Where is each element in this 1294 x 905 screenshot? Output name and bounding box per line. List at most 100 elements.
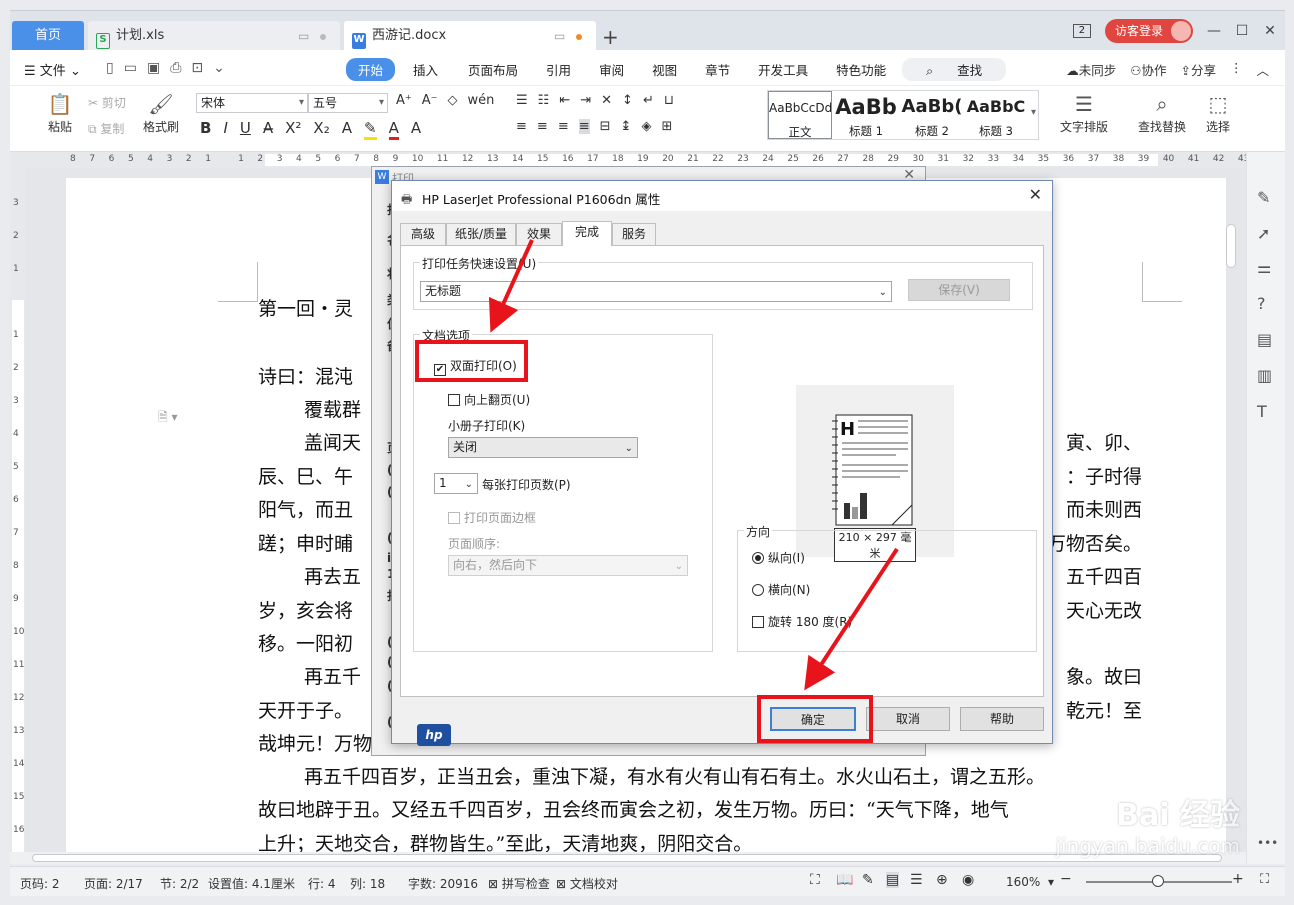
vertical-ruler[interactable]: 3 2 1 1 2 3 4 5 6 7 8 9 10 11 12 13 14 15 16 bbox=[10, 168, 26, 852]
share-button[interactable]: ⇪分享 bbox=[1180, 60, 1216, 79]
monitor-icon[interactable]: ▭ bbox=[554, 21, 565, 51]
doc-search-icon[interactable]: ▥ bbox=[1257, 366, 1272, 385]
shading-icon[interactable]: ◈ bbox=[641, 119, 651, 134]
help-button[interactable]: 帮助 bbox=[960, 707, 1044, 731]
menu-chapter[interactable]: 章节 bbox=[693, 58, 742, 81]
char-border-icon[interactable]: A bbox=[411, 119, 421, 140]
close-icon[interactable]: ✕ bbox=[1263, 23, 1277, 39]
maximize-icon[interactable]: ☐ bbox=[1235, 23, 1249, 39]
font-family-select[interactable]: 宋体 bbox=[196, 93, 308, 113]
increase-indent-icon[interactable]: ⇥ bbox=[580, 93, 591, 108]
underline-icon[interactable]: U bbox=[240, 119, 251, 140]
portrait-radio[interactable]: 纵向(I) bbox=[752, 549, 805, 566]
cut-button[interactable]: ✂ 剪切 bbox=[88, 94, 126, 111]
new-doc-icon[interactable]: ▯ bbox=[106, 60, 114, 76]
status-setting[interactable]: 设置值: 4.1厘米 bbox=[208, 875, 295, 892]
font-color-icon[interactable]: A bbox=[388, 119, 399, 140]
read-mode-icon[interactable]: 📖 bbox=[836, 872, 853, 888]
print-icon[interactable]: ⎙ bbox=[170, 60, 181, 76]
tab-home[interactable]: 首页 bbox=[12, 21, 84, 51]
line-spacing-icon[interactable]: ↨ bbox=[621, 119, 632, 134]
fit-window-icon[interactable]: ⛶ bbox=[1260, 872, 1269, 887]
tab-finishing[interactable]: 完成 bbox=[562, 221, 612, 246]
spell-check-button[interactable]: ⊠ 拼写检查 bbox=[488, 875, 550, 892]
fullscreen-icon[interactable]: ⛶ bbox=[810, 872, 820, 888]
menu-start[interactable]: 开始 bbox=[346, 58, 396, 81]
landscape-radio[interactable]: 横向(N) bbox=[752, 581, 810, 598]
chinese-layout-icon[interactable]: ✕ bbox=[601, 93, 612, 108]
tab-effects[interactable]: 效果 bbox=[516, 223, 562, 245]
align-left-icon[interactable]: ≡ bbox=[516, 119, 527, 134]
status-section[interactable]: 节: 2/2 bbox=[160, 875, 199, 892]
menu-view[interactable]: 视图 bbox=[640, 58, 689, 81]
justify-icon[interactable]: ≡ bbox=[578, 119, 590, 134]
text-effect-icon[interactable]: A bbox=[342, 119, 352, 140]
strikethrough-icon[interactable]: A̶ bbox=[263, 119, 273, 140]
login-button[interactable]: 访客登录 bbox=[1104, 19, 1193, 43]
clear-format-icon[interactable]: ◇ bbox=[448, 93, 458, 108]
menu-page-layout[interactable]: 页面布局 bbox=[456, 58, 530, 81]
bold-icon[interactable]: B bbox=[200, 119, 211, 140]
bullet-list-icon[interactable]: ☰ bbox=[516, 93, 528, 108]
status-words[interactable]: 字数: 20916 bbox=[408, 875, 478, 892]
write-mode-icon[interactable]: ✎ bbox=[862, 872, 874, 888]
style-heading2[interactable]: AaBb(标题 2 bbox=[900, 91, 964, 139]
pointer-icon[interactable]: ➚ bbox=[1257, 224, 1270, 243]
web-view-icon[interactable]: ⊕ bbox=[936, 872, 948, 888]
subscript-icon[interactable]: X₂ bbox=[313, 119, 329, 140]
eye-protect-icon[interactable]: ◉ bbox=[962, 872, 974, 888]
more-icon[interactable]: ⋮ bbox=[1230, 60, 1243, 79]
collab-button[interactable]: ⚇协作 bbox=[1130, 60, 1166, 79]
save-button[interactable]: 保存(V) bbox=[908, 279, 1010, 301]
copy-button[interactable]: ⧉ 复制 bbox=[88, 120, 124, 137]
page-icon[interactable]: 🗎 ▾ bbox=[158, 408, 178, 429]
more-icon[interactable]: ••• bbox=[1257, 836, 1278, 850]
rotate-checkbox[interactable]: 旋转 180 度(R) bbox=[752, 613, 852, 630]
tab-services[interactable]: 服务 bbox=[612, 223, 656, 245]
print-borders-checkbox[interactable]: 打印页面边框 bbox=[448, 509, 536, 526]
show-marks-icon[interactable]: ↵ bbox=[643, 93, 654, 108]
close-icon[interactable]: ✕ bbox=[1029, 185, 1042, 204]
status-page-code[interactable]: 页码: 2 bbox=[20, 875, 60, 892]
pages-per-sheet-select[interactable]: 1 ⌄ bbox=[434, 473, 478, 494]
zoom-out-icon[interactable]: − bbox=[1060, 871, 1072, 887]
sync-button[interactable]: ☁未同步 bbox=[1066, 60, 1116, 79]
doc-settings-icon[interactable]: ▤ bbox=[1257, 330, 1272, 349]
decrease-indent-icon[interactable]: ⇤ bbox=[559, 93, 570, 108]
page-view-icon[interactable]: ▤ bbox=[886, 872, 900, 888]
quick-settings-select[interactable]: 无标题 ⌄ bbox=[420, 281, 892, 302]
booklet-select[interactable]: 关闭 ⌄ bbox=[448, 437, 638, 458]
status-page[interactable]: 页面: 2/17 bbox=[84, 875, 143, 892]
outline-view-icon[interactable]: ☰ bbox=[910, 872, 923, 888]
distribute-icon[interactable]: ⊟ bbox=[600, 119, 611, 134]
find-replace-button[interactable]: ⌕ 查找替换 bbox=[1130, 92, 1194, 135]
grow-font-icon[interactable]: A⁺ bbox=[396, 93, 412, 108]
italic-icon[interactable]: I bbox=[223, 119, 227, 140]
style-heading1[interactable]: AaBb 标题 1 bbox=[834, 91, 898, 139]
menu-developer[interactable]: 开发工具 bbox=[746, 58, 820, 81]
menu-reference[interactable]: 引用 bbox=[534, 58, 583, 81]
align-right-icon[interactable]: ≡ bbox=[558, 119, 569, 134]
shrink-font-icon[interactable]: A⁻ bbox=[422, 93, 438, 108]
highlight-icon[interactable]: ✎ bbox=[363, 119, 377, 140]
file-menu[interactable]: ☰ 文件 ⌄ bbox=[24, 60, 81, 79]
format-painter-button[interactable]: 🖌 格式刷 bbox=[138, 92, 184, 135]
help-icon[interactable]: ? bbox=[1257, 294, 1266, 313]
sort-icon[interactable]: ↕ bbox=[622, 93, 633, 108]
menu-search[interactable]: ⌕ 查找 bbox=[902, 58, 1007, 81]
borders-icon[interactable]: ⊞ bbox=[661, 119, 672, 134]
flip-up-checkbox[interactable]: 向上翻页(U) bbox=[448, 391, 530, 408]
zoom-dropdown-icon[interactable]: ▾ bbox=[1048, 875, 1054, 889]
vertical-scrollbar[interactable] bbox=[1226, 224, 1236, 268]
zoom-in-icon[interactable]: + bbox=[1232, 871, 1244, 887]
save-icon[interactable]: ▣ bbox=[147, 60, 160, 76]
text-layout-button[interactable]: ☰ 文字排版 bbox=[1052, 92, 1116, 135]
tab-xiyouji-docx[interactable]: W 西游记.docx ▭ bbox=[344, 21, 596, 51]
menu-review[interactable]: 审阅 bbox=[587, 58, 636, 81]
print-preview-icon[interactable]: ⊡ bbox=[191, 60, 203, 76]
minimize-icon[interactable]: — bbox=[1207, 23, 1221, 39]
numbered-list-icon[interactable]: ☷ bbox=[538, 93, 550, 108]
sliders-icon[interactable]: ⚌ bbox=[1257, 258, 1271, 277]
doc-proof-button[interactable]: ⊠ 文档校对 bbox=[556, 875, 618, 892]
status-col[interactable]: 列: 18 bbox=[350, 875, 385, 892]
